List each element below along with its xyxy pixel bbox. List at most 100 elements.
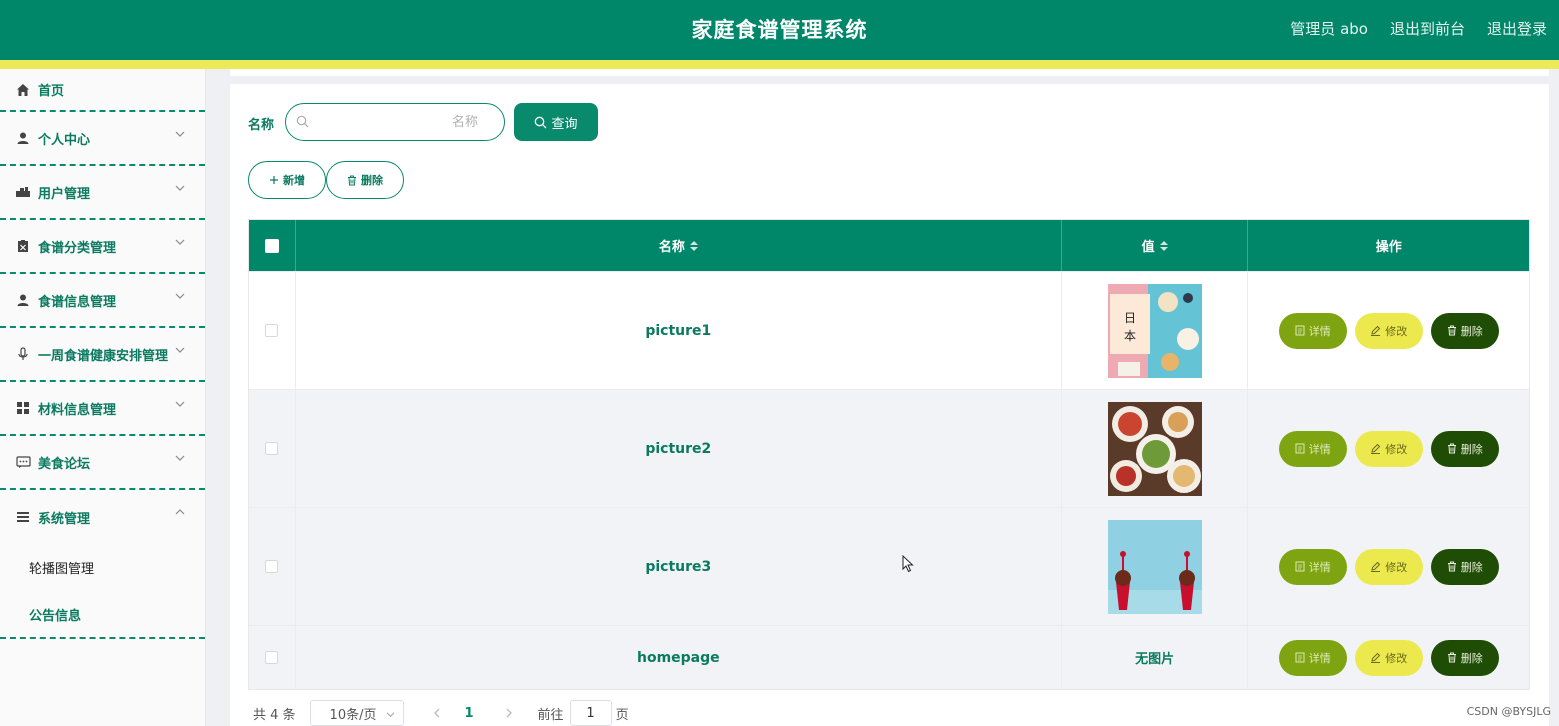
document-icon xyxy=(1295,443,1305,454)
query-button-label: 查询 xyxy=(551,116,578,132)
chevron-down-icon xyxy=(175,347,185,353)
trash-icon xyxy=(1447,561,1456,572)
table-row: picture2 详情 修改 删除 xyxy=(249,389,1529,507)
query-button[interactable]: 查询 xyxy=(514,103,598,141)
carousel-image-thumbnail[interactable] xyxy=(1107,401,1202,496)
delete-button[interactable]: 删除 xyxy=(1430,430,1499,467)
chevron-down-icon xyxy=(175,185,185,191)
header-name[interactable]: 名称 xyxy=(296,220,1062,271)
select-all-checkbox[interactable] xyxy=(264,238,279,253)
table-row: picture3 详情 修改 删除 xyxy=(249,507,1529,625)
chat-icon xyxy=(15,454,31,470)
sidebar-item-recipe-info[interactable]: 食谱信息管理 xyxy=(0,274,205,328)
delete-button[interactable]: 删除 xyxy=(1430,312,1499,349)
carousel-image-thumbnail[interactable] xyxy=(1107,519,1202,614)
trash-icon xyxy=(1447,443,1456,454)
sidebar-item-recipe-category[interactable]: 食谱分类管理 xyxy=(0,220,205,274)
goto-frontend-link[interactable]: 退出到前台 xyxy=(1390,18,1465,39)
pencil-icon xyxy=(1371,652,1381,663)
sidebar-item-weekly-plan[interactable]: 一周食谱健康安排管理 xyxy=(0,328,205,382)
detail-button[interactable]: 详情 xyxy=(1278,639,1347,676)
watermark-text: CSDN @BYSJLG xyxy=(1466,705,1551,718)
header-links: 管理员 abo 退出到前台 退出登录 xyxy=(1290,18,1547,39)
content-top-strip xyxy=(230,69,1549,76)
goto-page-input[interactable] xyxy=(569,700,612,726)
trash-icon xyxy=(1447,652,1456,663)
chevron-down-icon xyxy=(175,455,185,461)
user-icon xyxy=(15,130,31,146)
sidebar-item-home[interactable]: 首页 xyxy=(0,69,205,112)
row-checkbox[interactable] xyxy=(265,442,279,455)
edit-label: 修改 xyxy=(1385,560,1408,574)
logout-link[interactable]: 退出登录 xyxy=(1487,18,1547,39)
goto-unit: 页 xyxy=(615,707,629,723)
chevron-up-icon xyxy=(175,509,185,515)
row-select-cell xyxy=(249,272,296,389)
row-checkbox[interactable] xyxy=(265,560,279,573)
edit-button[interactable]: 修改 xyxy=(1354,430,1423,467)
delete-button[interactable]: 删除 xyxy=(1430,639,1499,676)
row-checkbox[interactable] xyxy=(265,651,279,664)
mouse-cursor-icon xyxy=(902,555,914,573)
microphone-icon xyxy=(15,346,31,362)
header-name-label: 名称 xyxy=(658,240,685,255)
edit-button[interactable]: 修改 xyxy=(1354,639,1423,676)
sidebar-item-user-management[interactable]: 用户管理 xyxy=(0,166,205,220)
detail-button[interactable]: 详情 xyxy=(1278,312,1347,349)
sidebar-item-material-info[interactable]: 材料信息管理 xyxy=(0,382,205,436)
detail-button[interactable]: 详情 xyxy=(1278,430,1347,467)
header-value[interactable]: 值 xyxy=(1062,220,1249,271)
value-cell xyxy=(1062,390,1249,507)
pencil-icon xyxy=(1371,443,1381,454)
actions-cell: 详情 修改 删除 xyxy=(1248,272,1529,389)
sidebar-item-system-management[interactable]: 系统管理 xyxy=(0,490,205,544)
page-number-current[interactable]: 1 xyxy=(465,706,475,721)
pencil-icon xyxy=(1371,561,1381,572)
sidebar-subitem-carousel[interactable]: 轮播图管理 xyxy=(0,544,205,591)
batch-delete-label: 删除 xyxy=(361,174,383,187)
batch-delete-button[interactable]: 删除 xyxy=(326,161,404,199)
actions-cell: 详情 修改 删除 xyxy=(1248,626,1529,689)
sidebar-item-personal-center[interactable]: 个人中心 xyxy=(0,112,205,166)
row-select-cell xyxy=(249,390,296,507)
row-name: picture3 xyxy=(645,558,712,575)
total-count: 共 4 条 xyxy=(253,707,296,723)
edit-button[interactable]: 修改 xyxy=(1354,312,1423,349)
name-cell: picture3 xyxy=(296,508,1062,625)
trash-icon xyxy=(1447,325,1456,336)
sidebar-item-label: 材料信息管理 xyxy=(38,402,117,418)
detail-label: 详情 xyxy=(1308,651,1331,665)
system-submenu: 轮播图管理 公告信息 xyxy=(0,544,205,639)
delete-label: 删除 xyxy=(1460,324,1483,338)
chevron-down-icon xyxy=(386,712,395,718)
sort-icon xyxy=(1159,240,1168,251)
row-select-cell xyxy=(249,626,296,689)
search-input[interactable] xyxy=(316,112,498,132)
carousel-image-thumbnail[interactable]: 日 本 xyxy=(1107,283,1202,378)
sidebar-item-label: 系统管理 xyxy=(38,511,91,527)
value-cell xyxy=(1062,508,1249,625)
trash-icon xyxy=(348,175,356,185)
value-cell: 无图片 xyxy=(1062,626,1249,689)
add-button[interactable]: 新增 xyxy=(248,161,326,199)
sidebar-subitem-announcement[interactable]: 公告信息 xyxy=(0,591,205,638)
page-size-select[interactable]: 10条/页 xyxy=(309,700,404,726)
grid-icon xyxy=(15,400,31,416)
detail-button[interactable]: 详情 xyxy=(1278,548,1347,585)
sidebar-item-label: 食谱分类管理 xyxy=(38,240,117,256)
main-panel: 名称 查询 新增 删除 名称 值 操作 picture1 xyxy=(230,84,1549,726)
row-checkbox[interactable] xyxy=(265,324,279,337)
sidebar-item-label: 用户管理 xyxy=(38,186,91,202)
actions-cell: 详情 修改 删除 xyxy=(1248,390,1529,507)
admin-user-link[interactable]: 管理员 abo xyxy=(1290,18,1368,39)
delete-label: 删除 xyxy=(1460,651,1483,665)
chevron-down-icon xyxy=(175,401,185,407)
sidebar-item-food-forum[interactable]: 美食论坛 xyxy=(0,436,205,490)
prev-page-icon[interactable] xyxy=(429,707,445,719)
next-page-icon[interactable] xyxy=(501,707,517,719)
search-box xyxy=(285,103,505,141)
delete-label: 删除 xyxy=(1460,560,1483,574)
sidebar-item-label: 美食论坛 xyxy=(38,456,91,472)
delete-button[interactable]: 删除 xyxy=(1430,548,1499,585)
edit-button[interactable]: 修改 xyxy=(1354,548,1423,585)
